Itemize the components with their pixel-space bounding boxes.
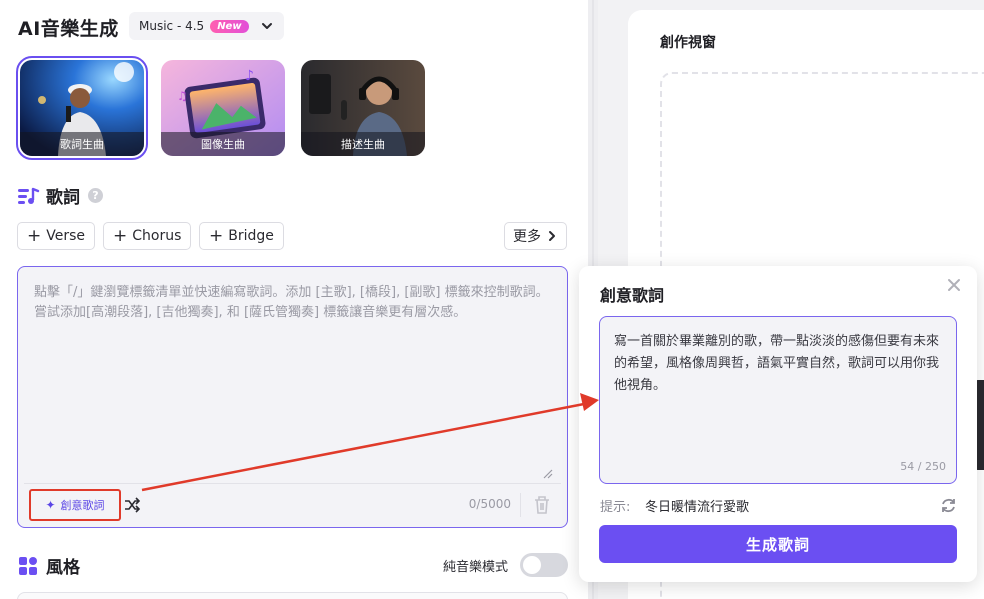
mode-label-lyrics: 歌詞生曲: [20, 132, 144, 156]
creative-lyrics-popup: 創意歌詞 寫一首關於畢業離別的歌，帶一點淡淡的感傷但要有未來的希望，風格像周興哲…: [579, 266, 977, 582]
model-label: Music - 4.5: [139, 19, 205, 33]
canvas-title: 創作視窗: [660, 35, 716, 51]
more-label: 更多: [513, 229, 541, 245]
divider: [24, 483, 561, 484]
style-section-title: 風格: [46, 558, 80, 578]
style-box[interactable]: [17, 592, 568, 599]
instrumental-toggle-label: 純音樂模式: [443, 560, 509, 575]
refresh-icon[interactable]: [940, 497, 957, 514]
page-title: AI音樂生成: [18, 18, 119, 40]
lyrics-input[interactable]: 點擊「/」鍵瀏覽標籤清單並快速編寫歌詞。添加 [主歌], [橋段], [副歌] …: [17, 266, 568, 528]
mode-card-lyrics[interactable]: 歌詞生曲: [16, 56, 148, 160]
chip-label-chorus: Chorus: [132, 228, 182, 244]
sparkle-icon: ✦: [45, 498, 56, 512]
mode-label-image: 圖像生曲: [161, 132, 285, 156]
prompt-textarea[interactable]: 寫一首關於畢業離別的歌，帶一點淡淡的感傷但要有未來的希望，風格像周興哲，語氣平實…: [599, 316, 957, 484]
toggle-knob: [523, 556, 541, 574]
trash-icon[interactable]: [533, 495, 551, 515]
plus-icon: +: [209, 225, 224, 246]
lyrics-section-title: 歌詞: [46, 188, 80, 208]
add-bridge-button[interactable]: + Bridge: [199, 222, 284, 250]
style-grid-icon: [19, 556, 37, 575]
mode-card-description[interactable]: 描述生曲: [301, 60, 425, 156]
shuffle-icon[interactable]: [124, 497, 140, 513]
add-verse-button[interactable]: + Verse: [17, 222, 96, 250]
prompt-counter: 54 / 250: [900, 460, 946, 473]
creative-lyrics-button[interactable]: ✦ 創意歌詞: [29, 489, 121, 521]
mode-card-image[interactable]: ♪ ♫ 圖像生曲: [161, 60, 285, 156]
svg-text:♫: ♫: [177, 89, 188, 103]
svg-text:♪: ♪: [245, 68, 254, 84]
lyrics-list-icon: [18, 187, 40, 204]
more-tags-button[interactable]: 更多: [504, 222, 567, 250]
style-section-header: 風格: [18, 553, 80, 578]
generate-lyrics-button[interactable]: 生成歌詞: [599, 525, 957, 563]
chevron-right-icon: [549, 231, 555, 241]
plus-icon: +: [113, 225, 128, 246]
instrumental-toggle[interactable]: [520, 553, 568, 577]
prompt-text: 寫一首關於畢業離別的歌，帶一點淡淡的感傷但要有未來的希望，風格像周興哲，語氣平實…: [614, 334, 940, 393]
close-icon[interactable]: [947, 278, 961, 292]
new-badge: New: [210, 19, 249, 33]
creative-lyrics-label: 創意歌詞: [60, 499, 105, 512]
hint-label: 提示:: [600, 500, 631, 515]
left-panel: AI音樂生成 Music - 4.5 New 歌詞生曲 ♪ ♫ 圖像生曲 描述生…: [0, 0, 588, 599]
lyrics-counter: 0/5000: [468, 497, 511, 511]
divider: [520, 493, 521, 517]
model-dropdown[interactable]: Music - 4.5 New: [129, 12, 284, 40]
help-icon[interactable]: ?: [88, 188, 103, 203]
resize-handle-icon[interactable]: [543, 469, 553, 479]
lyrics-placeholder: 點擊「/」鍵瀏覽標籤清單並快速編寫歌詞。添加 [主歌], [橋段], [副歌] …: [34, 285, 549, 320]
plus-icon: +: [27, 225, 42, 246]
add-chorus-button[interactable]: + Chorus: [103, 222, 192, 250]
chip-label-verse: Verse: [46, 228, 86, 244]
chevron-down-icon: [262, 23, 272, 29]
mode-label-description: 描述生曲: [301, 132, 425, 156]
hint-suggestion[interactable]: 冬日暖情流行愛歌: [645, 496, 749, 515]
lyrics-section-header: 歌詞 ?: [18, 183, 103, 208]
chip-label-bridge: Bridge: [228, 228, 274, 244]
popup-title: 創意歌詞: [600, 286, 665, 305]
